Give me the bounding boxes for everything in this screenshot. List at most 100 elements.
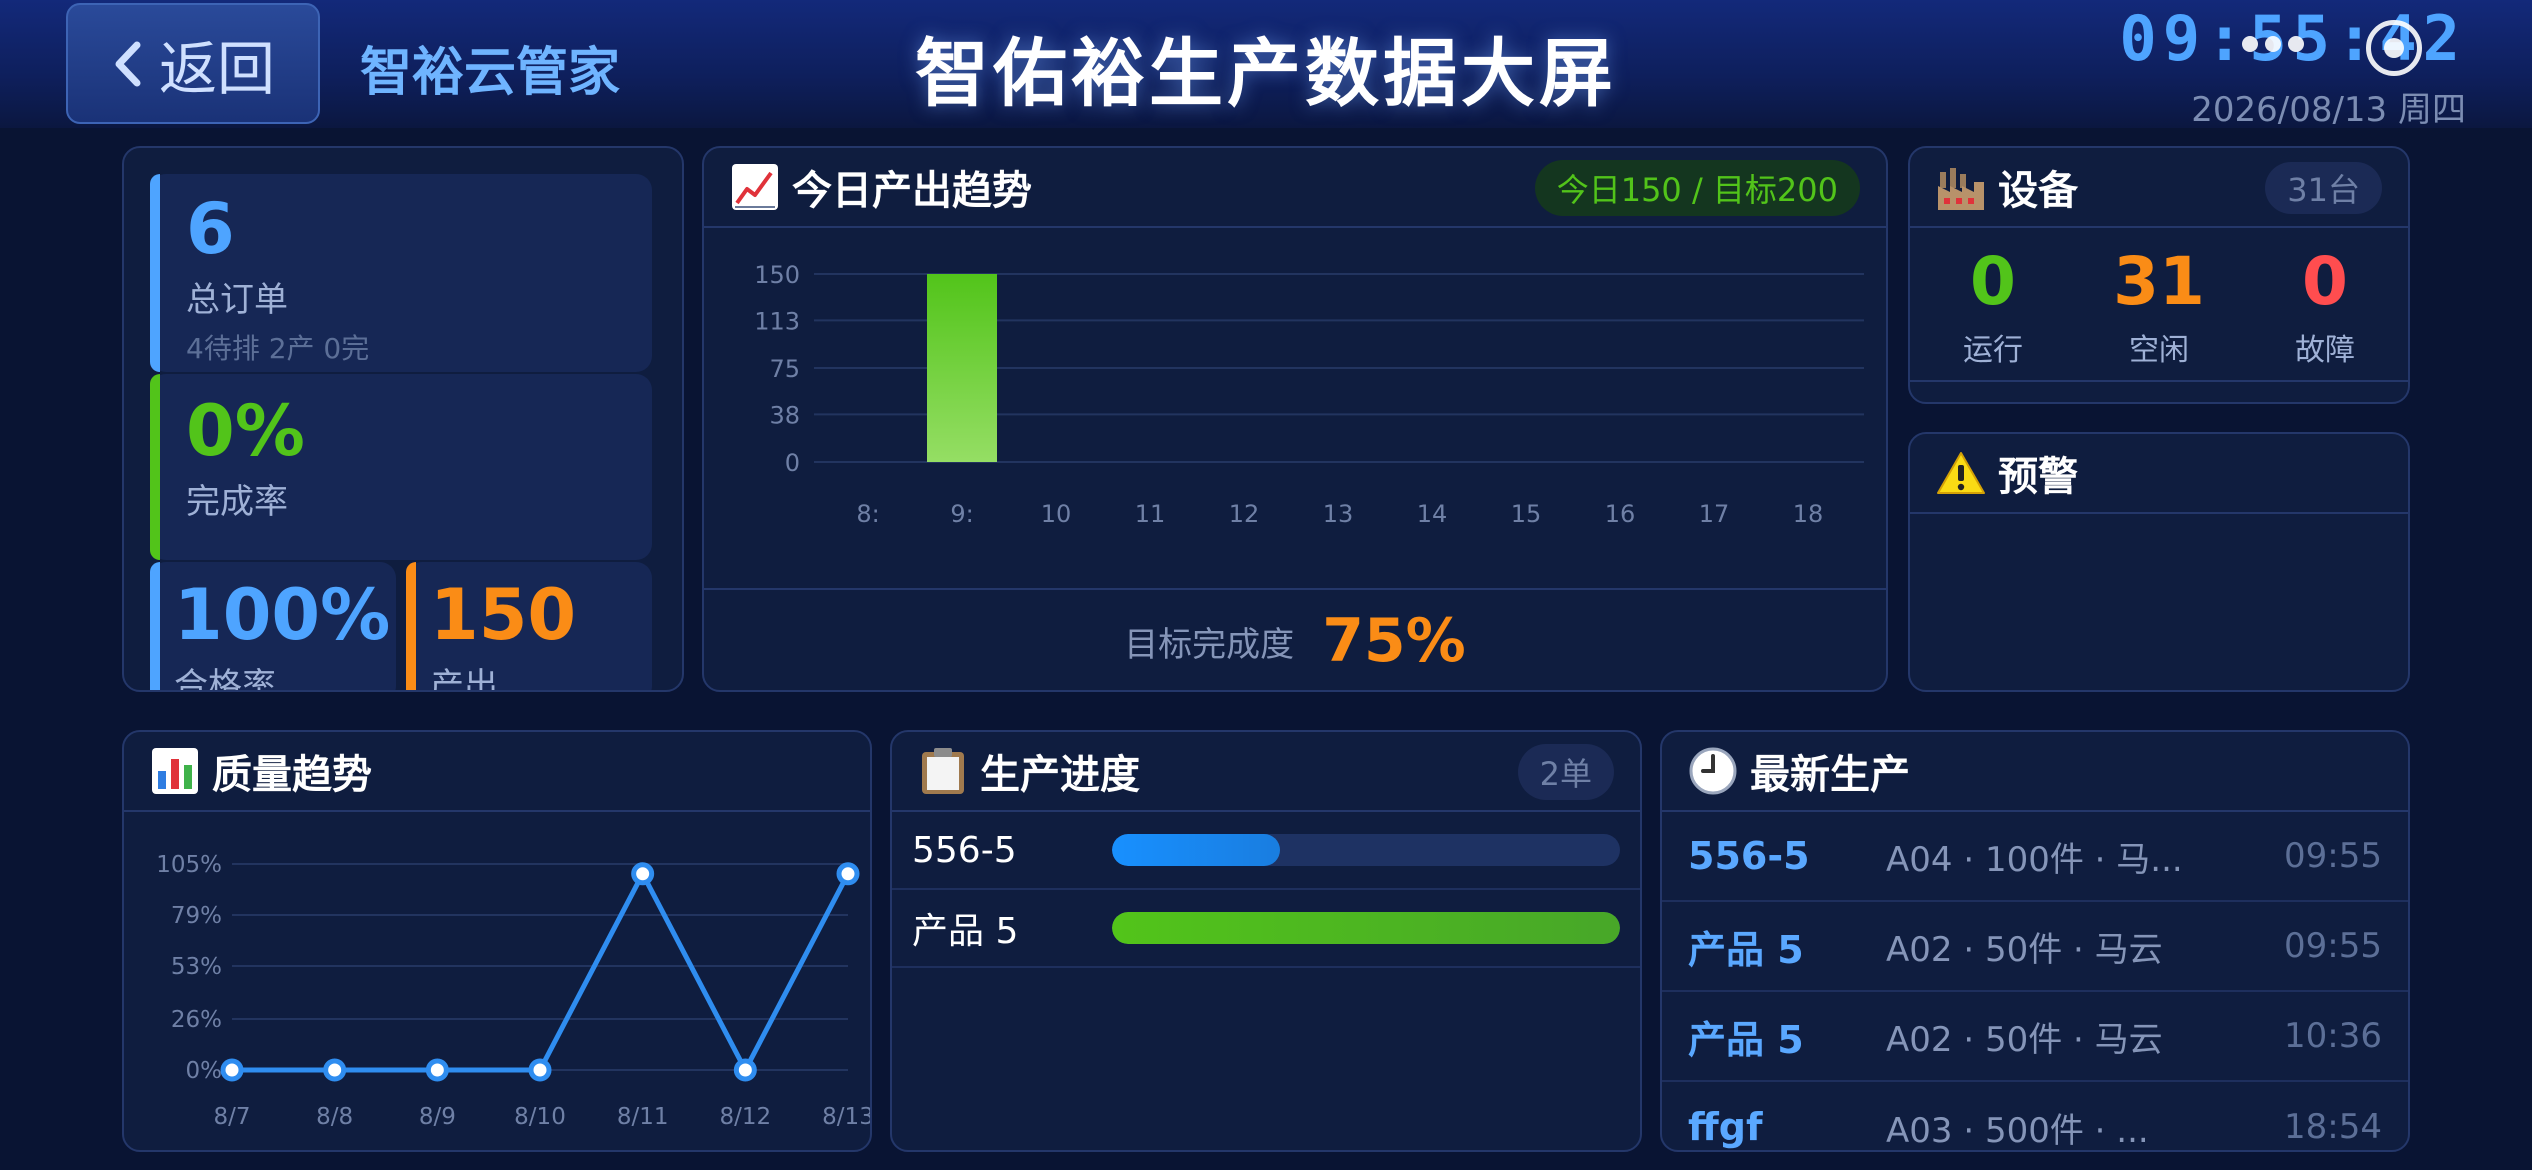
recent-product-name: 556-5	[1688, 834, 1810, 878]
x-tick-label: 18	[1793, 500, 1824, 528]
x-tick-label: 8:	[856, 500, 879, 528]
x-tick-label: 12	[1229, 500, 1260, 528]
recent-time: 09:55	[2284, 836, 2382, 876]
quality-point	[425, 1058, 449, 1082]
output-trend-title: 今日产出趋势	[792, 168, 1032, 214]
production-progress-panel: 生产进度 2单 556-5 产品 5	[890, 730, 1642, 1152]
recent-row[interactable]: 产品 5 A02 · 50件 · 马云 09:55	[1662, 902, 2408, 992]
y-tick-label: 53%	[171, 954, 222, 980]
target-completion-value: 75%	[1322, 606, 1466, 676]
y-tick-label: 105%	[156, 852, 222, 878]
y-tick-label: 113	[754, 307, 800, 335]
x-tick-label: 10	[1041, 500, 1072, 528]
x-tick-label: 8/11	[617, 1104, 669, 1130]
header-bar: 返回 智裕云管家 智佑裕生产数据大屏 09:55:42 2026/08/13 周…	[0, 0, 2532, 130]
progress-row[interactable]: 556-5	[892, 812, 1640, 890]
device-running[interactable]: 0 运行	[1913, 243, 2073, 369]
y-tick-label: 150	[754, 261, 800, 289]
bar-chart-icon	[150, 746, 200, 796]
device-fault-label: 故障	[2295, 332, 2355, 368]
close-mini-program-icon[interactable]	[2366, 20, 2422, 76]
recent-production-panel: 最新生产 556-5 A04 · 100件 · 马... 09:55 产品 5 …	[1660, 730, 2410, 1152]
recent-detail: A04 · 100件 · 马...	[1886, 839, 2183, 880]
progress-track	[1112, 834, 1620, 866]
kpi-total-orders[interactable]: 6 总订单 4待排 2产 0完	[150, 174, 652, 372]
production-progress-header: 生产进度 2单	[892, 732, 1640, 812]
x-tick-label: 16	[1605, 500, 1636, 528]
progress-track	[1112, 912, 1620, 944]
y-tick-label: 79%	[171, 903, 222, 929]
kpi-panel: 6 总订单 4待排 2产 0完 0% 完成率 100% 合格率 150 产出	[122, 146, 684, 692]
recent-production-title: 最新生产	[1750, 752, 1910, 798]
progress-row[interactable]: 产品 5	[892, 890, 1640, 968]
factory-icon	[1936, 162, 1986, 212]
recent-row[interactable]: 产品 5 A02 · 50件 · 马云 10:36	[1662, 992, 2408, 1082]
recent-row[interactable]: ffgf A03 · 500件 · ... 18:54	[1662, 1082, 2408, 1151]
target-completion-row: 目标完成度 75%	[704, 588, 1886, 690]
quality-point	[631, 862, 655, 886]
recent-list: 556-5 A04 · 100件 · 马... 09:55 产品 5 A02 ·…	[1662, 812, 2408, 1151]
quality-trend-panel: 质量趋势 105% 79% 53% 26% 0% 8/7 8/8 8/9 8/10 8/11 8/1…	[122, 730, 872, 1152]
kpi-output-label: 产出	[430, 666, 498, 692]
kpi-completion-rate-label: 完成率	[186, 482, 288, 522]
progress-order-name: 556-5	[912, 829, 1017, 871]
recent-production-header: 最新生产	[1662, 732, 2408, 812]
quality-point	[528, 1058, 552, 1082]
quality-line-chart: 105% 79% 53% 26% 0% 8/7 8/8 8/9 8/10 8/11 8/12 8/13	[156, 852, 870, 1130]
x-tick-label: 13	[1323, 500, 1354, 528]
y-tick-label: 0%	[186, 1058, 223, 1084]
quality-trend-title: 质量趋势	[212, 752, 372, 798]
target-completion-label: 目标完成度	[1124, 624, 1295, 665]
device-idle-count: 31	[2113, 243, 2205, 320]
y-tick-label: 38	[769, 401, 800, 429]
warning-icon	[1936, 448, 1986, 498]
order-count-badge: 2单	[1517, 744, 1614, 800]
output-trend-header: 今日产出趋势 今日150 / 目标200	[704, 148, 1886, 228]
device-fault[interactable]: 0 故障	[2245, 245, 2405, 369]
progress-list: 556-5 产品 5	[892, 812, 1640, 968]
progress-fill	[1112, 834, 1280, 866]
y-tick-label: 75	[769, 355, 800, 383]
y-tick-label: 26%	[171, 1007, 222, 1033]
quality-point	[323, 1058, 347, 1082]
x-tick-label: 8/8	[316, 1104, 353, 1130]
x-tick-label: 8/7	[213, 1104, 250, 1130]
recent-product-name: ffgf	[1688, 1105, 1763, 1149]
quality-point	[220, 1058, 244, 1082]
x-tick-label: 15	[1511, 500, 1542, 528]
alert-header: 预警	[1910, 434, 2408, 514]
device-panel: 设备 31台 0 运行 31 空闲 0 故障	[1908, 146, 2410, 404]
device-count-badge: 31台	[2265, 162, 2382, 214]
device-divider	[1910, 380, 2408, 382]
production-progress-title: 生产进度	[980, 752, 1140, 798]
kpi-output[interactable]: 150 产出	[406, 562, 652, 692]
progress-order-name: 产品 5	[912, 911, 1019, 952]
x-tick-label: 8/10	[514, 1104, 566, 1130]
quality-point	[836, 862, 860, 886]
device-idle-label: 空闲	[2129, 332, 2189, 368]
alert-panel: 预警	[1908, 432, 2410, 692]
kpi-pass-rate[interactable]: 100% 合格率	[150, 562, 396, 690]
clock-date: 2026/08/13 周四	[2191, 90, 2466, 130]
kpi-completion-rate[interactable]: 0% 完成率	[150, 374, 652, 560]
kpi-total-orders-sub: 4待排 2产 0完	[186, 332, 370, 365]
output-bar-chart: 150 113 75 38 0 8: 9: 10 11 12 13 14 15 16 17 18	[754, 261, 1864, 528]
kpi-total-orders-label: 总订单	[186, 280, 288, 320]
recent-product-name: 产品 5	[1688, 1017, 1804, 1062]
device-header: 设备 31台	[1910, 148, 2408, 228]
recent-detail: A03 · 500件 · ...	[1886, 1110, 2149, 1151]
y-tick-label: 0	[785, 449, 800, 477]
device-running-count: 0	[1970, 243, 2016, 320]
x-tick-label: 8/9	[419, 1104, 456, 1130]
x-tick-label: 9:	[950, 500, 973, 528]
device-idle[interactable]: 31 空闲	[2079, 243, 2239, 369]
kpi-completion-rate-value: 0%	[186, 390, 305, 472]
kpi-total-orders-value: 6	[186, 188, 235, 270]
quality-line	[232, 871, 851, 1073]
more-options-icon[interactable]	[2242, 36, 2304, 52]
recent-row[interactable]: 556-5 A04 · 100件 · 马... 09:55	[1662, 812, 2408, 902]
trend-chart-icon	[730, 162, 780, 212]
recent-time: 10:36	[2284, 1016, 2382, 1056]
x-tick-label: 8/12	[720, 1104, 772, 1130]
x-tick-label: 11	[1135, 500, 1166, 528]
